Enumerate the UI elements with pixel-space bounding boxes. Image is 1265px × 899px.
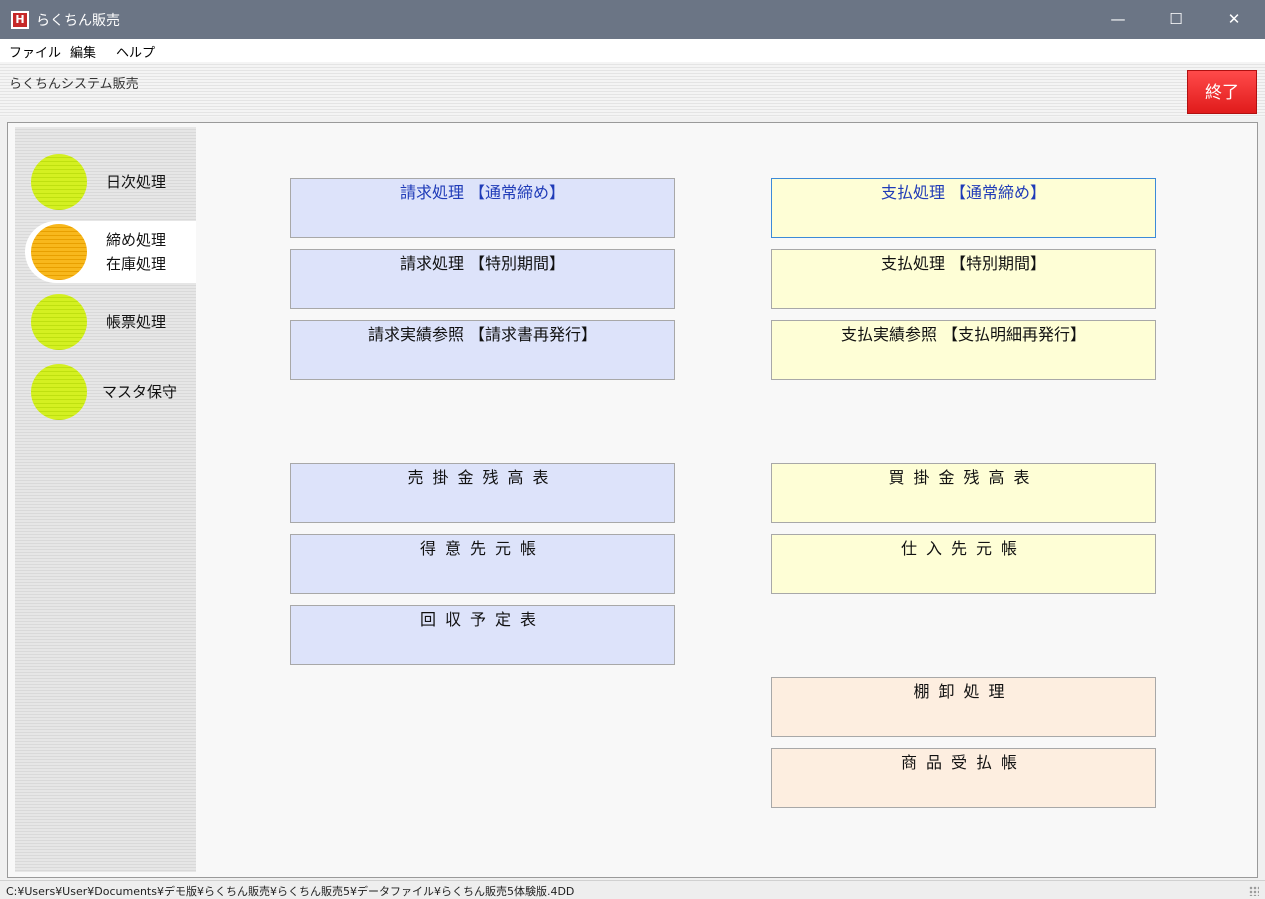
- collection-schedule-button[interactable]: 回収予定表: [290, 605, 675, 665]
- payment-special-button[interactable]: 支払処理 【特別期間】: [771, 249, 1156, 309]
- close-button[interactable]: ✕: [1205, 0, 1263, 39]
- payables-balance-button[interactable]: 買掛金残高表: [771, 463, 1156, 523]
- billing-history-button[interactable]: 請求実績参照 【請求書再発行】: [290, 320, 675, 380]
- main-panel: 日次処理 締め処理 在庫処理 帳票処理 マスタ保守 請求処理 【通常締め】 請求…: [7, 122, 1258, 878]
- sidebar-item-label: 日次処理: [106, 173, 167, 191]
- sidebar-item-label: 在庫処理: [106, 255, 167, 273]
- system-name: らくちんシステム販売: [9, 77, 139, 92]
- sidebar-item-label: 締め処理: [106, 231, 167, 249]
- payment-normal-button[interactable]: 支払処理 【通常締め】: [771, 178, 1156, 238]
- billing-special-button[interactable]: 請求処理 【特別期間】: [290, 249, 675, 309]
- resize-grip-icon[interactable]: [1249, 886, 1259, 896]
- inventory-count-button[interactable]: 棚卸処理: [771, 677, 1156, 737]
- menu-file[interactable]: ファイル: [9, 42, 61, 61]
- billing-normal-button[interactable]: 請求処理 【通常締め】: [290, 178, 675, 238]
- green-circle-icon: [31, 364, 87, 420]
- sidebar: 日次処理 締め処理 在庫処理 帳票処理 マスタ保守: [15, 127, 196, 872]
- supplier-ledger-button[interactable]: 仕入先元帳: [771, 534, 1156, 594]
- window-title: らくちん販売: [36, 13, 120, 29]
- menu-edit[interactable]: 編集: [70, 42, 96, 61]
- orange-circle-icon: [31, 224, 87, 280]
- menu-bar: ファイル 編集 ヘルプ: [0, 39, 1265, 62]
- maximize-button[interactable]: ☐: [1147, 0, 1205, 39]
- menu-help[interactable]: ヘルプ: [116, 42, 155, 61]
- sidebar-item-master[interactable]: マスタ保守: [25, 361, 196, 423]
- minimize-button[interactable]: —: [1089, 0, 1147, 39]
- sidebar-item-label: マスタ保守: [102, 383, 178, 401]
- status-bar: C:¥Users¥User¥Documents¥デモ版¥らくちん販売¥らくちん販…: [0, 880, 1265, 899]
- green-circle-icon: [31, 294, 87, 350]
- customer-ledger-button[interactable]: 得意先元帳: [290, 534, 675, 594]
- header-bar: らくちんシステム販売 終了: [0, 62, 1265, 117]
- app-icon: H: [11, 11, 29, 29]
- exit-button[interactable]: 終了: [1187, 70, 1257, 114]
- sidebar-item-daily[interactable]: 日次処理: [25, 151, 196, 213]
- sidebar-item-reports[interactable]: 帳票処理: [25, 291, 196, 353]
- sidebar-item-label: 帳票処理: [106, 313, 167, 331]
- stock-ledger-button[interactable]: 商品受払帳: [771, 748, 1156, 808]
- green-circle-icon: [31, 154, 87, 210]
- title-bar: H らくちん販売 — ☐ ✕: [0, 0, 1265, 39]
- file-path: C:¥Users¥User¥Documents¥デモ版¥らくちん販売¥らくちん販…: [6, 885, 575, 898]
- payment-history-button[interactable]: 支払実績参照 【支払明細再発行】: [771, 320, 1156, 380]
- receivables-balance-button[interactable]: 売掛金残高表: [290, 463, 675, 523]
- sidebar-item-closing[interactable]: 締め処理 在庫処理: [25, 221, 196, 283]
